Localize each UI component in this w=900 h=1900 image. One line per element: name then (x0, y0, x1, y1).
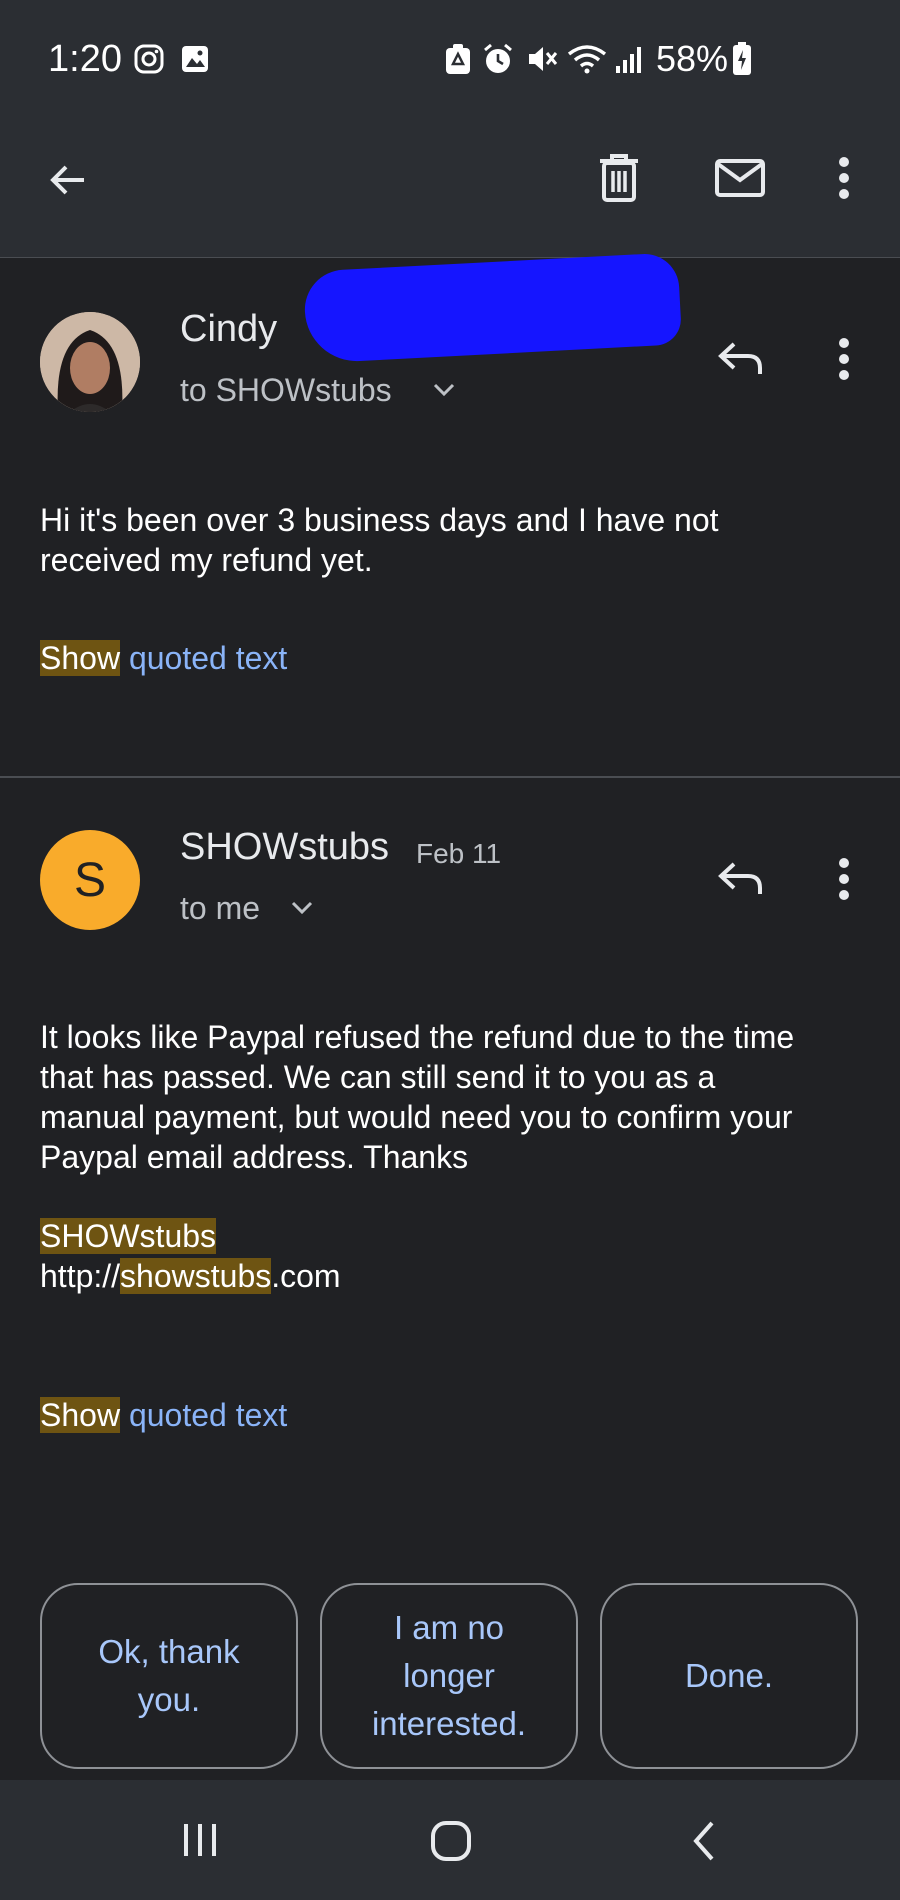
url-suffix: .com (271, 1258, 341, 1294)
mute-icon (529, 47, 558, 71)
home-icon[interactable] (430, 1820, 472, 1862)
chevron-down-icon[interactable] (432, 382, 456, 398)
message-body: Hi it's been over 3 business days and I … (40, 500, 860, 580)
chevron-down-icon[interactable] (290, 900, 314, 916)
chip-label-line: Done. (684, 1657, 774, 1694)
show-quoted-text-link[interactable]: Show quoted text (40, 1395, 287, 1435)
body-line: Hi it's been over 3 business days and I … (40, 502, 719, 538)
signature-name: SHOWstubs (40, 1218, 217, 1254)
body-line: manual payment, but would need you to co… (40, 1099, 793, 1135)
gallery-icon (182, 46, 208, 72)
body-line: that has passed. We can still send it to… (40, 1059, 716, 1095)
mark-unread-icon[interactable] (714, 158, 766, 198)
instagram-icon (134, 44, 164, 74)
system-nav-bar (0, 1780, 900, 1900)
chip-label-line: interested. (371, 1705, 527, 1742)
reply-icon[interactable] (716, 338, 764, 378)
quoted-text-label: quoted text (128, 640, 288, 676)
quoted-text-label: quoted text (128, 1397, 288, 1433)
chip-label-line: you. (137, 1681, 201, 1718)
show-label: Show (40, 640, 121, 676)
smart-reply-chip[interactable]: Done. (600, 1583, 858, 1769)
sender-name: SHOWstubs (180, 826, 390, 868)
battery-percent: 58% (656, 38, 729, 79)
chip-label-line: I am no (393, 1609, 505, 1646)
more-vert-icon[interactable] (834, 336, 854, 382)
delete-icon[interactable] (596, 152, 642, 204)
redaction-scribble (302, 252, 683, 364)
status-time: 1:20 (48, 38, 122, 80)
signature: SHOWstubs http://showstubs.com (40, 1216, 341, 1296)
alarm-icon (484, 43, 512, 73)
message-body: It looks like Paypal refused the refund … (40, 1017, 880, 1177)
back-arrow-icon[interactable] (44, 156, 92, 204)
url-prefix: http:// (40, 1258, 121, 1294)
message-date: Feb 11 (416, 838, 502, 869)
profile-photo (40, 312, 140, 412)
wifi-icon (567, 45, 607, 74)
avatar[interactable]: S (40, 830, 140, 930)
body-line: received my refund yet. (40, 542, 373, 578)
show-quoted-text-link[interactable]: Show quoted text (40, 638, 287, 678)
recycle-icon (446, 44, 470, 74)
battery-charging-icon (733, 42, 751, 75)
reply-icon[interactable] (716, 858, 764, 898)
chip-label-line: Ok, thank (98, 1633, 240, 1670)
body-line: It looks like Paypal refused the refund … (40, 1019, 795, 1055)
recipient-line[interactable]: to me (180, 890, 260, 927)
more-vert-icon[interactable] (834, 154, 854, 202)
chip-label-line: longer (403, 1657, 495, 1694)
more-vert-icon[interactable] (834, 856, 854, 902)
app-bar (0, 120, 900, 258)
url-highlight: showstubs (120, 1258, 272, 1294)
signal-icon (616, 47, 641, 73)
signature-url[interactable]: http://showstubs.com (40, 1256, 341, 1296)
body-line: Paypal email address. Thanks (40, 1139, 469, 1175)
recipient-line[interactable]: to SHOWstubs (180, 372, 392, 409)
status-bar: 1:20 58% (0, 0, 900, 120)
message-divider (0, 776, 900, 778)
smart-reply-chip[interactable]: Ok, thank you. (40, 1583, 298, 1769)
recent-apps-icon[interactable] (180, 1822, 220, 1858)
avatar[interactable] (40, 312, 140, 412)
show-label: Show (40, 1397, 121, 1433)
back-icon[interactable] (690, 1820, 718, 1862)
sender-name: Cindy (180, 308, 278, 350)
smart-reply-chip[interactable]: I am no longer interested. (320, 1583, 578, 1769)
